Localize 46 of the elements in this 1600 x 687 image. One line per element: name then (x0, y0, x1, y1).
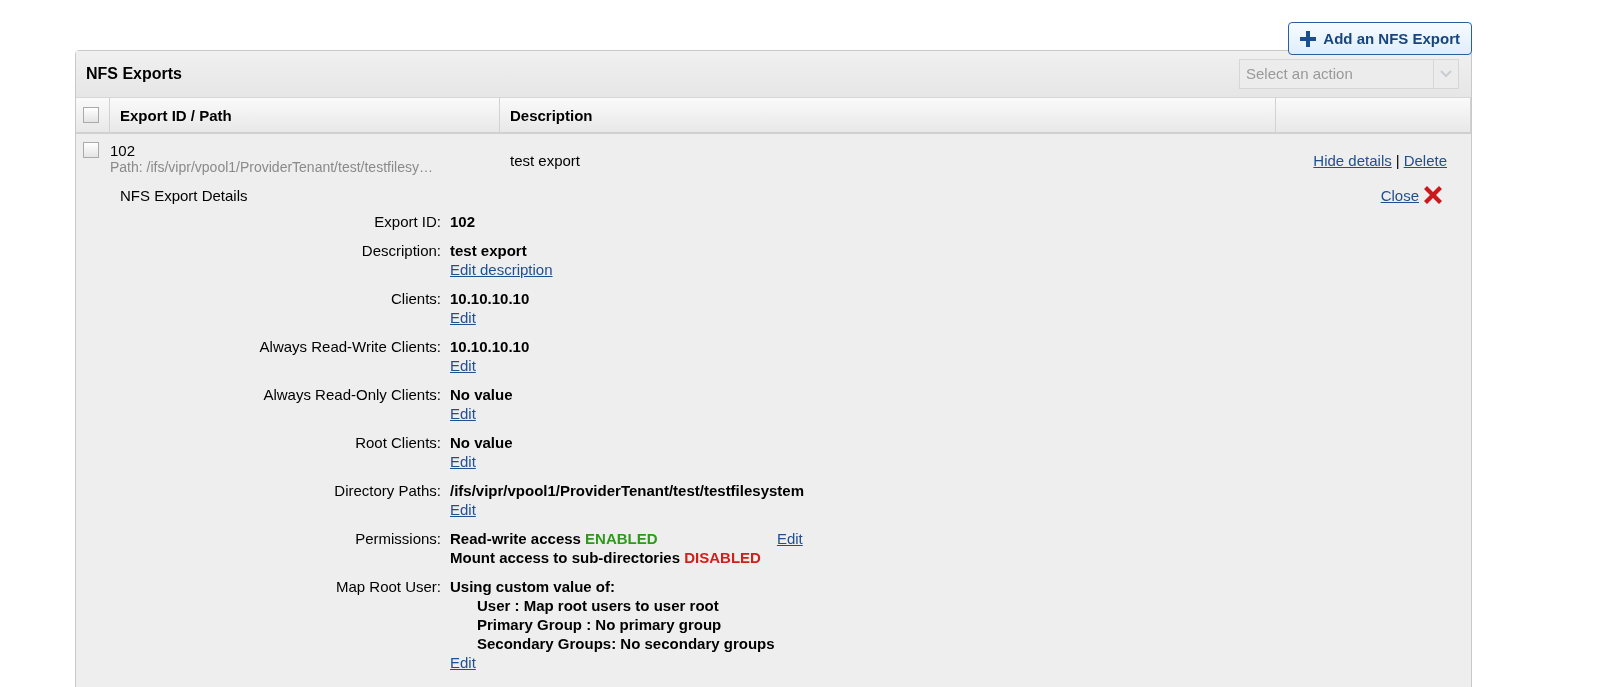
close-link[interactable]: Close (1380, 186, 1419, 204)
hide-details-link[interactable]: Hide details (1313, 152, 1392, 175)
field-label: Always Read-Only Clients: (262, 385, 441, 405)
edit-link[interactable]: Edit (776, 530, 803, 547)
field-label: Description: (360, 241, 441, 261)
edit-link[interactable]: Edit (450, 405, 476, 422)
delete-link[interactable]: Delete (1403, 152, 1447, 175)
field-label: Permissions: (354, 529, 441, 549)
field-value: No value (450, 433, 514, 452)
field-label: Export ID: (373, 212, 441, 231)
edit-link[interactable]: Edit (450, 654, 476, 671)
permission-text: Read-write access ENABLED (450, 529, 659, 548)
edit-link[interactable]: Edit (450, 501, 476, 518)
checkbox[interactable] (83, 107, 99, 123)
field-value: /ifs/vipr/vpool1/ProviderTenant/test/testfilesystem (450, 481, 805, 500)
field-value: No value (450, 385, 514, 404)
field-value: Using custom value of: (450, 577, 617, 596)
panel-title: NFS Exports (86, 65, 182, 83)
field-value: test export (450, 241, 528, 260)
column-header[interactable]: Export ID / Path (120, 106, 232, 124)
details-title: NFS Export Details (120, 186, 248, 204)
separator-text: | (1395, 152, 1400, 171)
edit-link[interactable]: Edit (450, 453, 476, 470)
permission-text: Mount access to sub-directories DISABLED (450, 548, 761, 567)
edit-link[interactable]: Edit (450, 309, 476, 326)
checkbox[interactable] (83, 142, 99, 158)
field-value: 10.10.10.10 (450, 289, 531, 308)
caret-icon (1440, 70, 1452, 78)
field-value: Primary Group : No primary group (476, 615, 723, 634)
field-label: Root Clients: (354, 433, 441, 453)
export-id: 102 (110, 142, 137, 159)
column-header[interactable]: Description (510, 106, 593, 124)
edit-link[interactable]: Edit (450, 357, 476, 374)
plus-icon (1300, 30, 1317, 47)
field-label: Directory Paths: (333, 481, 441, 501)
edit-link[interactable]: Edit description (450, 261, 553, 278)
field-label: Clients: (389, 289, 441, 309)
field-label: Map Root User: (334, 577, 441, 597)
add-export-button[interactable]: Add an NFS Export (1288, 22, 1472, 55)
field-value: User : Map root users to user root (476, 596, 720, 615)
export-description: test export (509, 151, 582, 171)
export-path: Path: /ifs/vipr/vpool1/ProviderTenant/test/testfilesy… (110, 159, 434, 175)
field-value: 10.10.10.10 (450, 337, 531, 356)
field-value: Secondary Groups: No secondary groups (476, 634, 776, 653)
field-value: 102 (450, 212, 477, 231)
field-label: Always Read-Write Clients: (258, 337, 441, 357)
